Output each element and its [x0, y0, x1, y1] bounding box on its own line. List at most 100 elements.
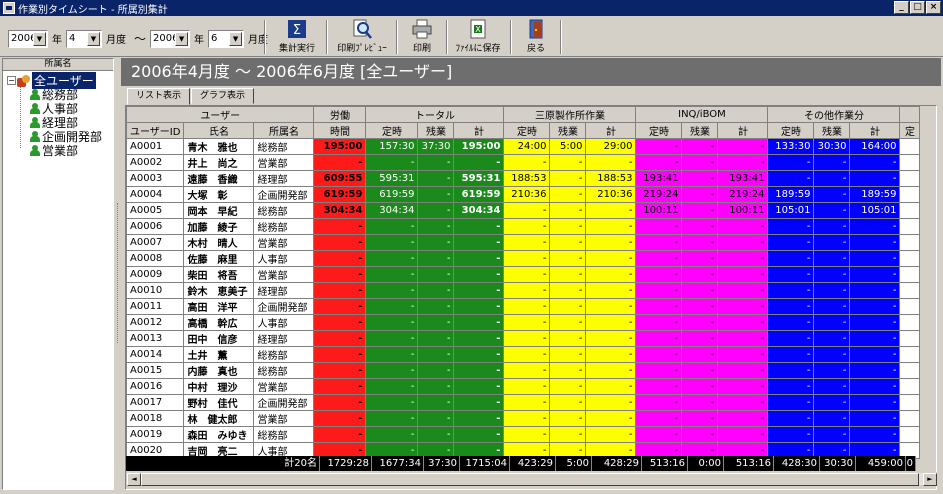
- cell-total-regular: -: [365, 410, 419, 427]
- cell-total-regular: -: [365, 330, 419, 347]
- chevron-down-icon[interactable]: ▼: [175, 31, 189, 46]
- save-file-button[interactable]: X ﾌｧｲﾙに保存: [452, 19, 504, 55]
- table-row[interactable]: A0013 田中 信彦 経理部 - - - - - - - - - - - - -: [126, 330, 921, 347]
- cell-inq-sum: -: [717, 250, 769, 267]
- col-labor-hours[interactable]: 時間: [313, 122, 367, 139]
- table-row[interactable]: A0012 高橋 幹広 人事部 - - - - - - - - - - - - -: [126, 314, 921, 331]
- total-group-header: トータル: [365, 106, 505, 123]
- col-extra[interactable]: 定: [899, 122, 921, 139]
- table-row[interactable]: A0004 大塚 彰企画開発部 619:59 619:59-619:59 210:36-…: [126, 186, 921, 203]
- toolbar-separator: [264, 20, 266, 54]
- back-button[interactable]: 戻る: [518, 19, 554, 55]
- cell-inq-sum: -: [717, 426, 769, 443]
- tab-graph-view[interactable]: グラフ表示: [191, 88, 255, 104]
- to-month-select[interactable]: 6 ▼: [208, 29, 245, 48]
- col-total-sum[interactable]: 計: [453, 122, 505, 139]
- cell-inq-overtime: -: [681, 218, 719, 235]
- chevron-down-icon[interactable]: ▼: [33, 31, 46, 46]
- col-total-regular[interactable]: 定時: [365, 122, 419, 139]
- tab-list-view[interactable]: リスト表示: [127, 88, 191, 105]
- cell-inq-sum: -: [717, 138, 769, 155]
- cell-total-sum: -: [453, 394, 505, 411]
- col-inq-overtime[interactable]: 残業: [681, 122, 719, 139]
- cell-inq-overtime: -: [681, 266, 719, 283]
- cell-other-sum: 105:01: [849, 202, 901, 219]
- cell-name: 野村 佳代: [183, 394, 255, 411]
- cell-mihara-regular: -: [503, 378, 551, 395]
- cell-dept: 企画開発部: [253, 298, 315, 315]
- table-row[interactable]: A0017 野村 佳代 企画開発部 - - - - - - - - - - - - -: [126, 394, 921, 411]
- cell-inq-sum: -: [717, 330, 769, 347]
- print-preview-button[interactable]: 印刷ﾌﾟﾚﾋﾞｭｰ: [334, 19, 390, 55]
- table-row[interactable]: A0001 青木 雅也 総務部 195:00 157:30 37:30 195:00 24:0…: [126, 138, 921, 155]
- table-row[interactable]: A0003 遠藤 香織 経理部 609:55 595:31-595:31 188:53-1…: [126, 170, 921, 187]
- cell-inq-overtime: -: [681, 234, 719, 251]
- table-row[interactable]: A0019 森田 みゆき 総務部 - - - - - - - - - - - - -: [126, 426, 921, 443]
- table-row[interactable]: A0007 木村 晴人 営業部 - - - - - - - - - - - - -: [126, 234, 921, 251]
- table-row[interactable]: A0010 鈴木 恵美子 経理部 - - - - - - - - - - - - -: [126, 282, 921, 299]
- cell-other-regular: -: [767, 426, 815, 443]
- cell-labor-hours: -: [313, 250, 367, 267]
- col-mihara-overtime[interactable]: 残業: [549, 122, 587, 139]
- cell-mihara-sum: 188:53: [585, 170, 637, 187]
- cell-other-regular: -: [767, 410, 815, 427]
- close-button[interactable]: ×: [926, 1, 941, 14]
- user-group-header: ユーザー: [126, 106, 315, 123]
- summary-grid[interactable]: ユーザー 労働 トータル 三原製作所作業 INQ/iBOM その他作業分 ユーザ…: [125, 105, 937, 490]
- table-row[interactable]: A0016 中村 理沙 営業部 - - - - - - - - - - - - -: [126, 378, 921, 395]
- scroll-thumb[interactable]: [141, 473, 919, 486]
- table-row[interactable]: A0002 井上 尚之 営業部 - - - - - - - - - - - - -: [126, 154, 921, 171]
- cell-total-regular: 304:34: [365, 202, 419, 219]
- cell-other-regular: -: [767, 154, 815, 171]
- table-row[interactable]: A0014 土井 薫総務部 - - - - - - - - - - - - -: [126, 346, 921, 363]
- cell-inq-sum: -: [717, 314, 769, 331]
- col-other-sum[interactable]: 計: [849, 122, 901, 139]
- user-icon: [29, 89, 40, 100]
- table-row[interactable]: A0011 高田 洋平 企画開発部 - - - - - - - - - - - - -: [126, 298, 921, 315]
- col-user-id[interactable]: ユーザーID: [126, 122, 185, 139]
- scroll-left-icon[interactable]: ◄: [127, 473, 141, 486]
- minimize-button[interactable]: _: [894, 1, 909, 14]
- excel-icon: X: [470, 19, 486, 39]
- col-inq-sum[interactable]: 計: [717, 122, 769, 139]
- maximize-button[interactable]: □: [910, 1, 925, 14]
- cell-inq-sum: -: [717, 282, 769, 299]
- table-row[interactable]: A0009 柴田 将吾 営業部 - - - - - - - - - - - - -: [126, 266, 921, 283]
- horizontal-scrollbar[interactable]: ◄ ►: [126, 472, 938, 486]
- cell-other-sum: -: [849, 314, 901, 331]
- chevron-down-icon[interactable]: ▼: [229, 31, 243, 46]
- col-other-regular[interactable]: 定時: [767, 122, 815, 139]
- scroll-right-icon[interactable]: ►: [923, 473, 937, 486]
- cell-user-id: A0007: [126, 234, 185, 251]
- collapse-icon[interactable]: −: [7, 76, 16, 85]
- table-row[interactable]: A0015 内藤 真也 総務部 - - - - - - - - - - - - -: [126, 362, 921, 379]
- tree-item-sales[interactable]: 営業部: [29, 142, 78, 159]
- col-dept[interactable]: 所属名: [253, 122, 315, 139]
- cell-total-regular: -: [365, 218, 419, 235]
- table-row[interactable]: A0006 加藤 綾子 総務部 - - - - - - - - - - - - -: [126, 218, 921, 235]
- col-mihara-sum[interactable]: 計: [585, 122, 637, 139]
- cell-inq-regular: -: [635, 218, 683, 235]
- chevron-down-icon[interactable]: ▼: [87, 31, 100, 46]
- col-inq-regular[interactable]: 定時: [635, 122, 683, 139]
- cell-total-overtime: -: [417, 346, 455, 363]
- table-row[interactable]: A0008 佐藤 麻里 人事部 - - - - - - - - - - - - -: [126, 250, 921, 267]
- col-name[interactable]: 氏名: [183, 122, 255, 139]
- from-year-select[interactable]: 2006 ▼: [8, 29, 48, 48]
- cell-inq-sum: -: [717, 410, 769, 427]
- run-aggregate-button[interactable]: Σ 集計実行: [274, 19, 320, 55]
- col-total-overtime[interactable]: 残業: [417, 122, 455, 139]
- window-titlebar[interactable]: 作業別タイムシート - 所属別集計 _ □ ×: [0, 0, 943, 16]
- cell-other-regular: -: [767, 330, 815, 347]
- col-mihara-regular[interactable]: 定時: [503, 122, 551, 139]
- table-row[interactable]: A0005 岡本 早紀 総務部 304:34 304:34-304:34- - -100:1…: [126, 202, 921, 219]
- print-button[interactable]: 印刷: [404, 19, 440, 55]
- from-month-select[interactable]: 4 ▼: [66, 29, 102, 48]
- department-tree[interactable]: 所属名 − 全ユーザー 総務部 人事部 経理部 企画開発部 営業部: [2, 58, 114, 490]
- cell-name: 鈴木 恵美子: [183, 282, 255, 299]
- col-other-overtime[interactable]: 残業: [813, 122, 851, 139]
- cell-total-sum: 304:34: [453, 202, 505, 219]
- to-year-select[interactable]: 2006 ▼: [150, 29, 191, 48]
- cell-labor-hours: 304:34: [313, 202, 367, 219]
- table-row[interactable]: A0018 林 健太郎 営業部 - - - - - - - - - - - - -: [126, 410, 921, 427]
